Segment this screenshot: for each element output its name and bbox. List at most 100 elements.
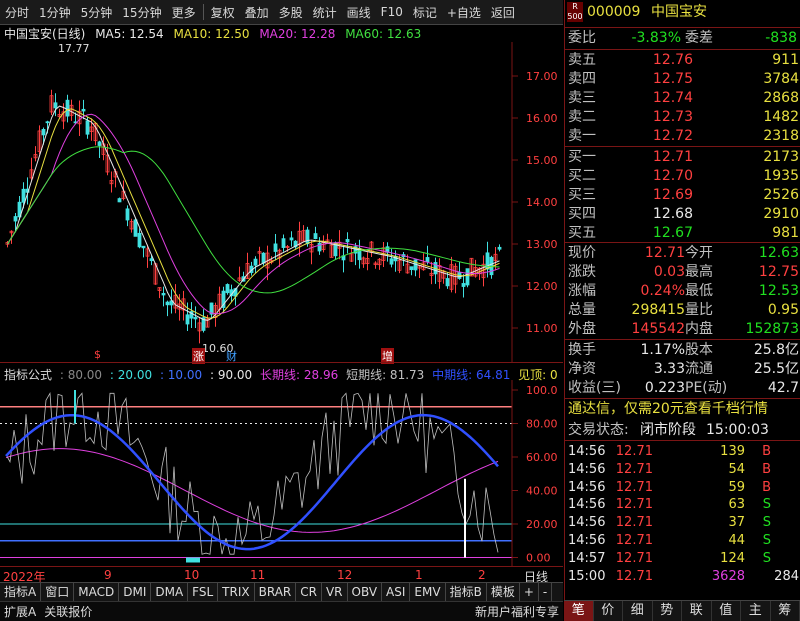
- tab-dma[interactable]: DMA: [151, 583, 188, 601]
- ask-price[interactable]: 12.75: [653, 70, 693, 89]
- tick-row: 14:5612.71139B: [565, 442, 800, 461]
- tab-chips[interactable]: 筹: [771, 601, 800, 621]
- stock-header: R500 000009 中国宝安: [565, 2, 800, 24]
- tab-cr[interactable]: CR: [296, 583, 322, 601]
- toolbar-more[interactable]: 更多: [167, 4, 201, 21]
- tick-time: 15:00: [568, 567, 605, 586]
- price-tick: 17.00: [526, 70, 558, 83]
- status-related-quote[interactable]: 关联报价: [40, 603, 96, 620]
- tab-remove[interactable]: -: [539, 583, 552, 601]
- tab-brar[interactable]: BRAR: [255, 583, 297, 601]
- tab-main[interactable]: 主: [741, 601, 771, 621]
- ask-volume: 2318: [763, 127, 799, 146]
- ask-volume: 2868: [763, 89, 799, 108]
- promo-text[interactable]: 通达信，仅需20元查看千档行情: [568, 400, 768, 419]
- toolbar-1min[interactable]: 1分钟: [34, 4, 76, 21]
- tab-add[interactable]: +: [520, 583, 539, 601]
- fundamental-label: 收益(三): [568, 379, 621, 398]
- ask-price[interactable]: 12.72: [653, 127, 693, 146]
- toolbar-draw[interactable]: 画线: [342, 4, 376, 21]
- tab-price[interactable]: 价: [594, 601, 624, 621]
- toolbar-multi-stock[interactable]: 多股: [274, 4, 308, 21]
- toolbar-5min[interactable]: 5分钟: [76, 4, 118, 21]
- marker-dollar[interactable]: $: [94, 348, 101, 361]
- tab-indicator-b[interactable]: 指标B: [446, 583, 487, 601]
- bid-price[interactable]: 12.71: [653, 148, 693, 167]
- bid-price[interactable]: 12.70: [653, 167, 693, 186]
- fundamental-label: 流通: [685, 360, 713, 379]
- tick-row: 14:5612.7154B: [565, 460, 800, 479]
- status-bar: 扩展A 关联报价 新用户福利专享: [0, 601, 563, 621]
- toolbar-mark[interactable]: 标记: [408, 4, 442, 21]
- bid-price[interactable]: 12.69: [653, 186, 693, 205]
- tab-ticks[interactable]: 笔: [564, 601, 594, 621]
- toolbar-stats[interactable]: 统计: [308, 4, 342, 21]
- tab-window[interactable]: 窗口: [41, 583, 74, 601]
- bid-row: 买一12.712173: [565, 148, 800, 167]
- indicator-tick: 20.00: [526, 518, 558, 531]
- toolbar-back[interactable]: 返回: [486, 4, 520, 21]
- bid-price[interactable]: 12.68: [653, 205, 693, 224]
- stat-label: 现价: [568, 244, 596, 263]
- indicator-tick: 0.00: [526, 552, 551, 565]
- tab-emv[interactable]: EMV: [410, 583, 445, 601]
- tab-asi[interactable]: ASI: [382, 583, 410, 601]
- date-label-11: 11: [250, 568, 265, 582]
- tick-volume: 3628: [712, 567, 745, 586]
- indicator-chart[interactable]: 100.080.0060.0040.0020.000.00: [0, 380, 563, 566]
- ask-row: 卖一12.722318: [565, 127, 800, 146]
- bid-label: 买三: [568, 186, 596, 205]
- status-expand-a[interactable]: 扩展A: [0, 603, 40, 620]
- tab-trend[interactable]: 势: [653, 601, 683, 621]
- tick-row: 14:5612.7137S: [565, 513, 800, 532]
- market-badge: R500: [567, 2, 583, 22]
- tick-side: B: [762, 442, 771, 461]
- bid-price[interactable]: 12.67: [653, 224, 693, 243]
- promo-banner[interactable]: 通达信，仅需20元查看千档行情: [565, 400, 800, 419]
- ma-legend: 中国宝安(日线) MA5: 12.54 MA10: 12.50 MA20: 12…: [4, 25, 427, 41]
- fundamental-value: 3.33: [654, 360, 685, 379]
- tab-trix[interactable]: TRIX: [218, 583, 254, 601]
- tab-related[interactable]: 联: [682, 601, 712, 621]
- stat-label: 最高: [685, 263, 713, 282]
- date-label-12: 12: [337, 568, 352, 582]
- bid-label: 买五: [568, 224, 596, 243]
- tab-obv[interactable]: OBV: [348, 583, 383, 601]
- candlestick-chart[interactable]: 17.0016.0015.0014.0013.0012.0011.00 17.7…: [0, 42, 563, 362]
- tick-price: 12.71: [616, 460, 653, 479]
- bid-row: 买五12.67981: [565, 224, 800, 243]
- tab-value[interactable]: 值: [712, 601, 742, 621]
- bid-volume: 1935: [763, 167, 799, 186]
- stat-label: 总量: [568, 301, 596, 320]
- toolbar-add-watchlist[interactable]: +自选: [442, 4, 486, 21]
- tick-row: 14:5612.7144S: [565, 531, 800, 550]
- ask-price[interactable]: 12.73: [653, 108, 693, 127]
- fundamental-value: 0.223: [645, 379, 685, 398]
- ask-price[interactable]: 12.76: [653, 51, 693, 70]
- ask-price[interactable]: 12.74: [653, 89, 693, 108]
- tab-fsl[interactable]: FSL: [188, 583, 218, 601]
- date-label-1: 1: [415, 568, 423, 582]
- tab-template[interactable]: 模板: [487, 583, 520, 601]
- ask-row: 卖三12.742868: [565, 89, 800, 108]
- tab-indicator-a[interactable]: 指标A: [0, 583, 41, 601]
- tab-dmi[interactable]: DMI: [119, 583, 151, 601]
- toolbar-overlay[interactable]: 叠加: [240, 4, 274, 21]
- tick-volume: 139: [720, 442, 745, 461]
- toolbar-15min[interactable]: 15分钟: [117, 4, 166, 21]
- tick-side: S: [763, 495, 771, 514]
- order-ratio-value: -3.83%: [631, 29, 681, 48]
- tab-macd[interactable]: MACD: [74, 583, 119, 601]
- tick-time: 14:56: [568, 442, 605, 461]
- toolbar-intraday[interactable]: 分时: [0, 4, 34, 21]
- tab-vr[interactable]: VR: [322, 583, 348, 601]
- status-promo[interactable]: 新用户福利专享: [471, 603, 563, 620]
- tick-price: 12.71: [616, 531, 653, 550]
- toolbar-restore-rights[interactable]: 复权: [206, 4, 240, 21]
- tab-detail[interactable]: 细: [623, 601, 653, 621]
- fundamental-row: 收益(三)0.223PE(动)42.7: [565, 379, 800, 398]
- ask-row: 卖五12.76911: [565, 51, 800, 70]
- fundamental-label: 换手: [568, 341, 596, 360]
- tick-time: 14:57: [568, 549, 605, 568]
- toolbar-f10[interactable]: F10: [376, 5, 408, 19]
